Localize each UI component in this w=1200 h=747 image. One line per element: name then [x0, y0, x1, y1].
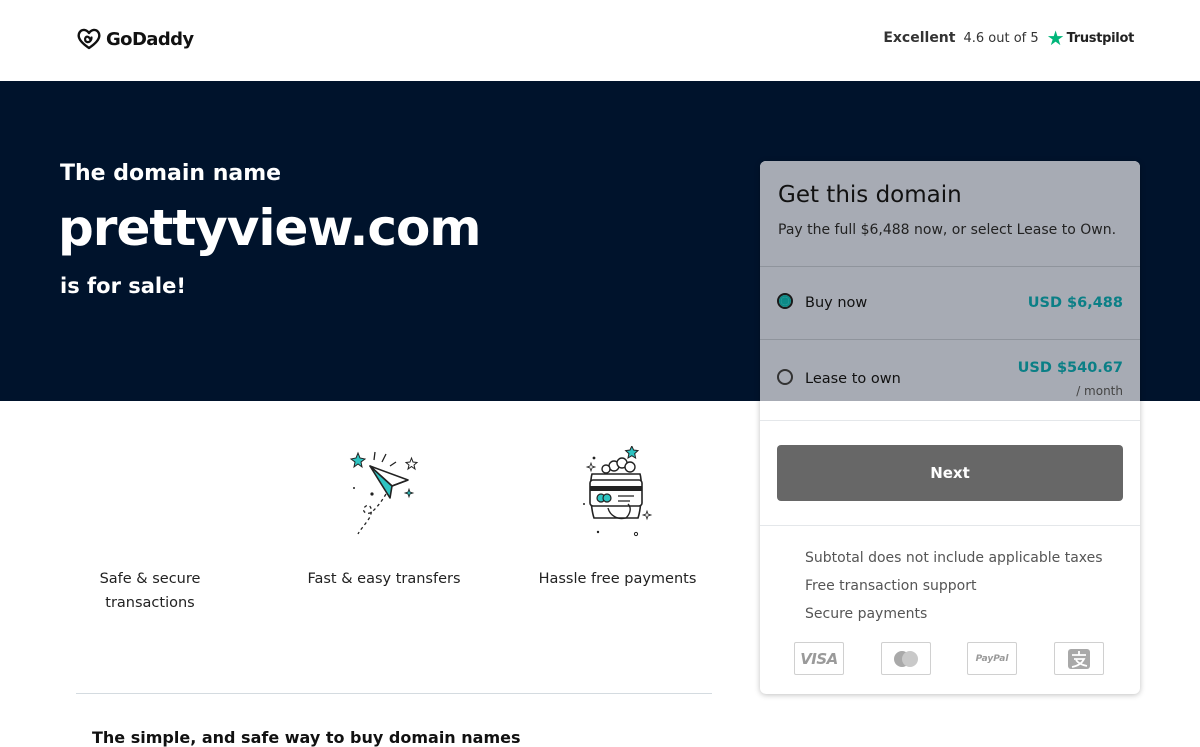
feature-hassle-free-payments: Hassle free payments	[530, 567, 705, 591]
alipay-glyph	[1068, 648, 1090, 669]
feature-label-line2: transactions	[105, 595, 195, 611]
paper-plane-icon	[349, 451, 419, 535]
section-divider	[76, 693, 712, 694]
note-taxes: Subtotal does not include applicable tax…	[805, 550, 1103, 566]
option-buy-now[interactable]: Buy now USD $6,488	[760, 267, 1140, 339]
feature-label: Hassle free payments	[538, 571, 697, 587]
card-divider	[760, 525, 1140, 526]
card-title: Get this domain	[778, 182, 962, 208]
visa-text: VISA	[800, 649, 838, 668]
option-price: USD $540.67	[1017, 360, 1123, 376]
rating-word: Excellent	[883, 30, 956, 46]
rating-score: 4.6 out of 5	[963, 30, 1039, 46]
alipay-icon	[1054, 642, 1104, 675]
hero-lead: The domain name	[60, 161, 282, 186]
feature-fast-transfers: Fast & easy transfers	[300, 567, 468, 591]
option-label: Buy now	[805, 295, 868, 311]
paypal-icon: PayPal	[967, 642, 1017, 675]
godaddy-heart-icon	[77, 28, 101, 50]
site-header: GoDaddy Excellent 4.6 out of 5 ★ Trustpi…	[0, 0, 1200, 81]
trustpilot-star-icon: ★	[1046, 26, 1065, 50]
option-price: USD $6,488	[1027, 295, 1123, 311]
feature-label: Fast & easy transfers	[307, 571, 461, 587]
visa-icon: VISA	[794, 642, 844, 675]
godaddy-logo[interactable]: GoDaddy	[76, 27, 194, 51]
logo-text: GoDaddy	[106, 28, 194, 50]
hero-suffix: is for sale!	[60, 274, 186, 298]
note-support: Free transaction support	[805, 578, 977, 594]
payment-card-icon	[583, 446, 653, 537]
paypal-text: PayPal	[975, 653, 1009, 664]
card-subtitle: Pay the full $6,488 now, or select Lease…	[778, 222, 1117, 238]
trustpilot-rating[interactable]: Excellent 4.6 out of 5 ★ Trustpilot	[883, 28, 1134, 48]
feature-label-line1: Safe & secure	[99, 571, 201, 587]
section-heading: The simple, and safe way to buy domain n…	[92, 728, 521, 747]
domain-name: prettyview.com	[58, 199, 481, 257]
option-label: Lease to own	[805, 371, 901, 387]
option-unit: / month	[1076, 384, 1123, 398]
mastercard-icon	[881, 642, 931, 675]
next-button[interactable]: Next	[777, 445, 1123, 501]
note-secure: Secure payments	[805, 606, 928, 622]
buy-now-radio[interactable]	[777, 293, 793, 309]
mastercard-circles	[894, 650, 918, 667]
purchase-card: Get this domain Pay the full $6,488 now,…	[760, 161, 1140, 694]
trustpilot-brand: Trustpilot	[1066, 30, 1135, 46]
lease-to-own-radio[interactable]	[777, 369, 793, 385]
card-divider	[760, 420, 1140, 421]
feature-safe-secure: Safe & secure transactions	[80, 567, 220, 615]
option-lease-to-own[interactable]: Lease to own USD $540.67 / month	[760, 340, 1140, 412]
